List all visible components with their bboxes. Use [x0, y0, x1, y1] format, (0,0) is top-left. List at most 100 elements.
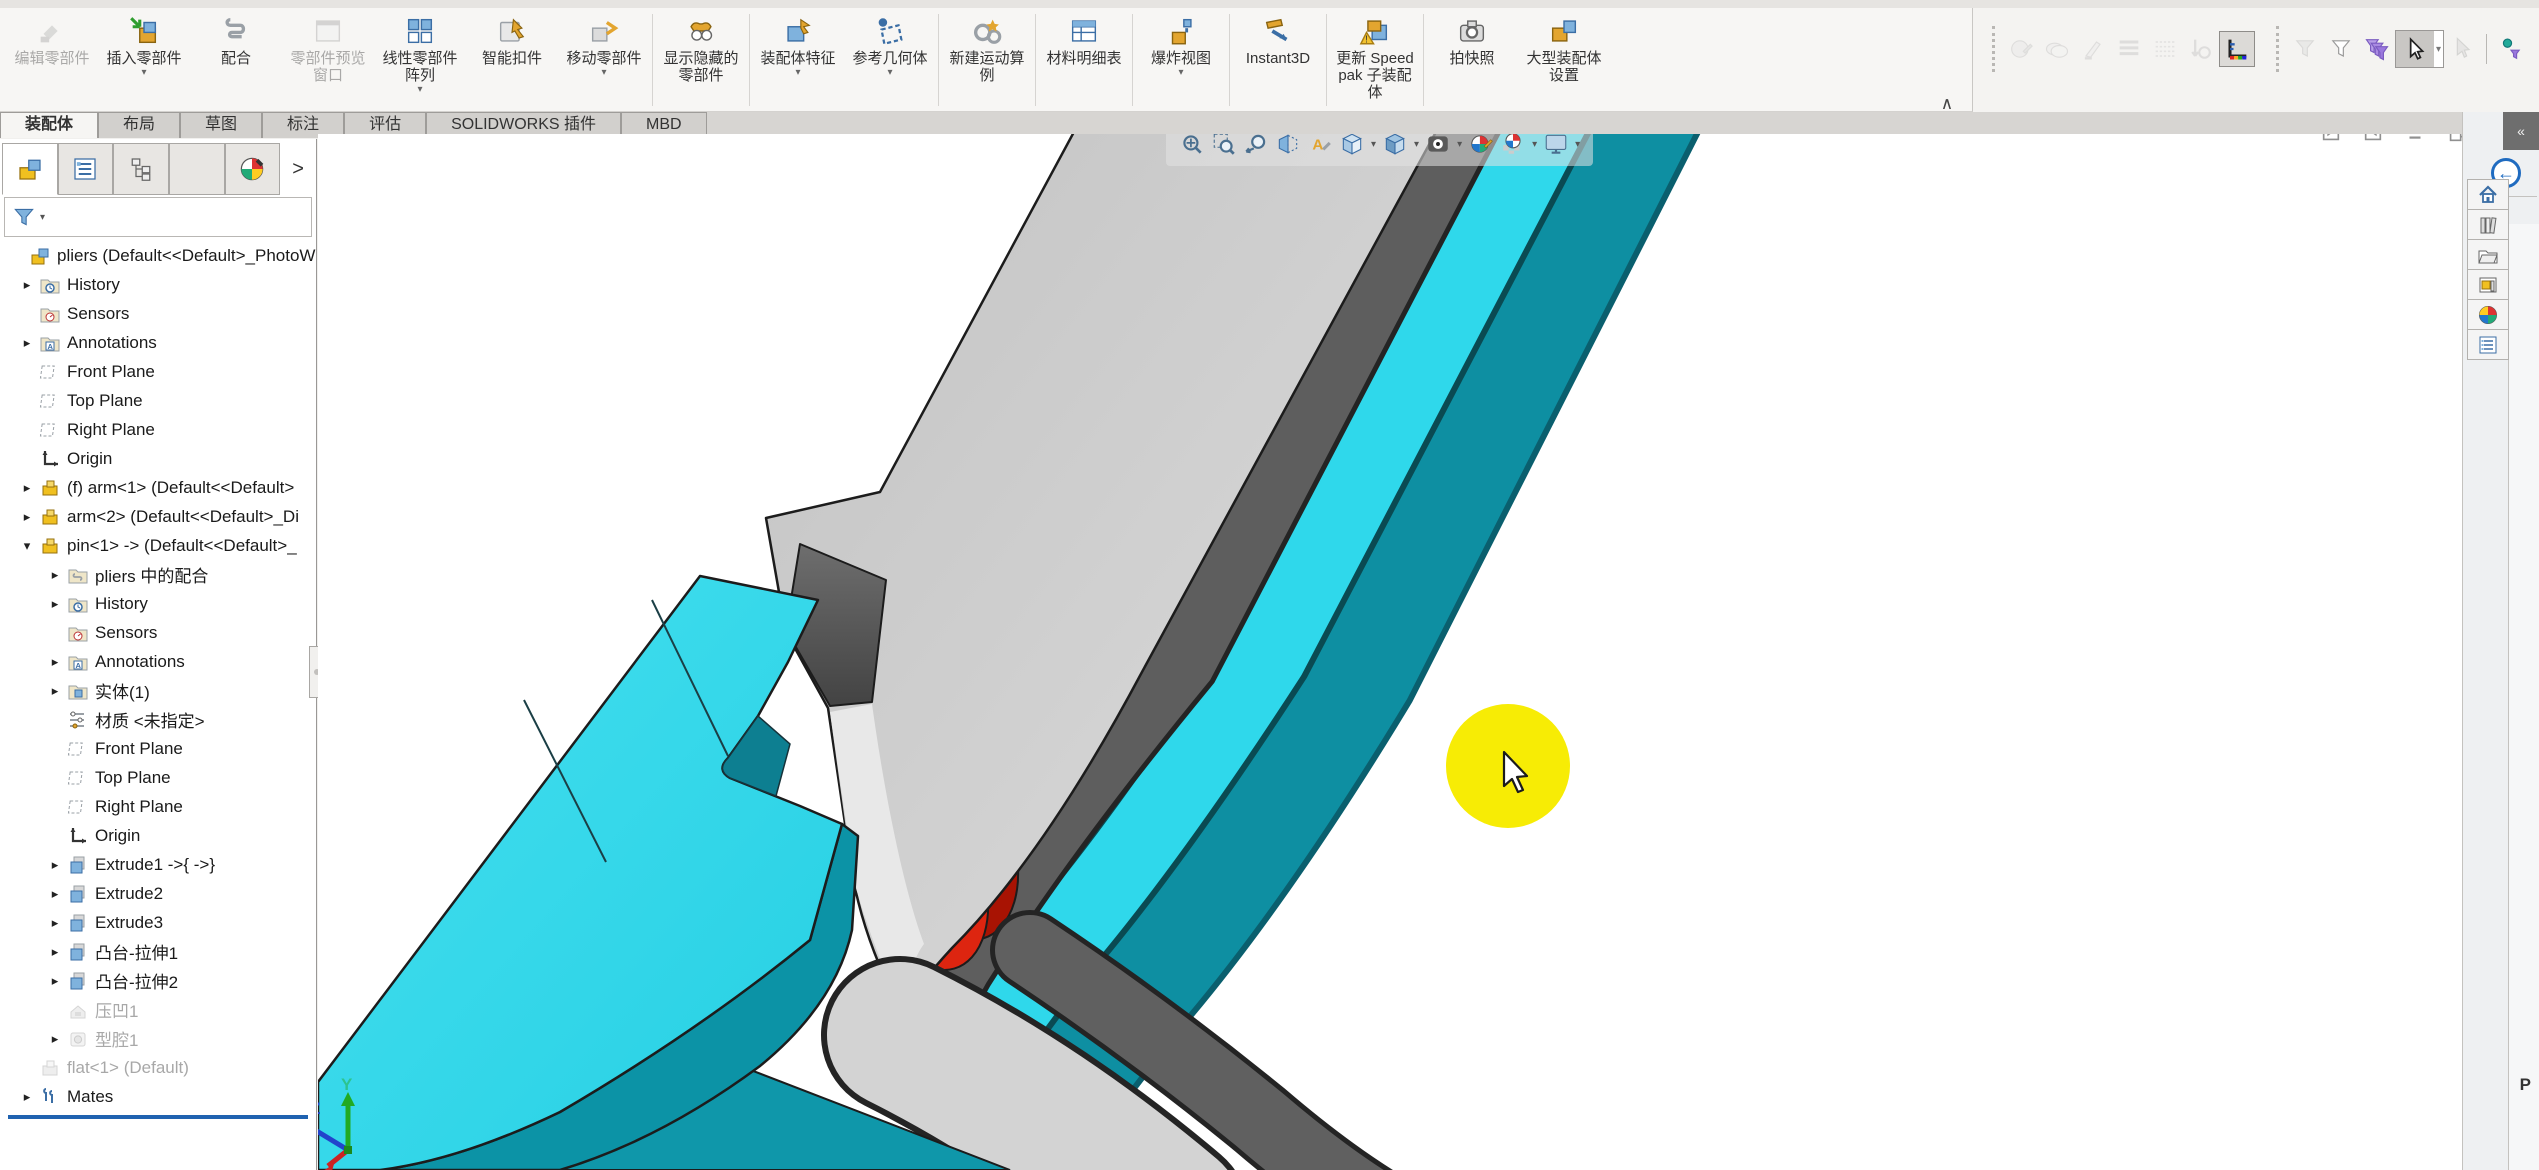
dropdown-arrow-icon[interactable]: ▾ [601, 68, 606, 77]
ribbon-button-reference-geometry[interactable]: 参考几何体▾ [844, 10, 936, 77]
zoom-to-fit-button[interactable] [1176, 134, 1208, 160]
tree-item[interactable]: ▸Extrude2 [0, 879, 316, 908]
tree-collapsed-arrow-icon[interactable]: ▸ [44, 886, 66, 902]
ribbon-button-take-snapshot[interactable]: 拍快照 [1426, 10, 1518, 67]
tree-item[interactable]: Top Plane [0, 763, 316, 792]
tree-collapsed-arrow-icon[interactable]: ▸ [44, 596, 66, 612]
toolbar-overflow-chevron[interactable]: » [2529, 31, 2539, 67]
scale-bar-button[interactable] [2219, 31, 2255, 67]
tree-collapsed-arrow-icon[interactable]: ▸ [44, 915, 66, 931]
tree-item[interactable]: ▸arm<2> (Default<<Default>_Di [0, 502, 316, 531]
display-style-button[interactable] [1379, 134, 1411, 160]
minimize-doc-button[interactable] [2402, 134, 2428, 146]
tab-草图[interactable]: 草图 [180, 112, 262, 138]
taskpane-tab-appearances-scenes[interactable] [2467, 299, 2509, 330]
panel-tab-propertymanager[interactable] [58, 143, 114, 195]
task-pane-collapse-button[interactable]: « [2503, 112, 2539, 150]
panel-tab-configurationmanager[interactable] [113, 143, 169, 195]
previous-view-button[interactable] [1240, 134, 1272, 160]
taskpane-tab-design-library[interactable] [2467, 209, 2509, 240]
ribbon-button-show-hidden[interactable]: 显示隐藏的零部件 [655, 10, 747, 84]
tree-collapsed-arrow-icon[interactable]: ▸ [44, 857, 66, 873]
dropdown-arrow-icon[interactable]: ▾ [1371, 139, 1376, 150]
taskpane-tab-solidworks-resources[interactable] [2467, 179, 2509, 210]
tree-item[interactable]: ▸Mates [0, 1082, 316, 1111]
tree-collapsed-arrow-icon[interactable]: ▸ [44, 944, 66, 960]
filter-stack-button[interactable] [2359, 31, 2395, 67]
tree-collapsed-arrow-icon[interactable]: ▸ [44, 567, 66, 583]
tree-item[interactable]: Top Plane [0, 386, 316, 415]
tree-item[interactable]: flat<1> (Default) [0, 1053, 316, 1082]
section-view-button[interactable] [1272, 134, 1304, 160]
tree-item[interactable]: 材质 <未指定> [0, 705, 316, 734]
tree-collapsed-arrow-icon[interactable]: ▸ [44, 683, 66, 699]
ribbon-button-linear-pattern[interactable]: 线性零部件阵列▾ [374, 10, 466, 94]
ribbon-button-instant3d[interactable]: Instant3D [1232, 10, 1324, 67]
tree-item[interactable]: ▾pin<1> -> (Default<<Default>_ [0, 531, 316, 560]
tree-item[interactable]: 压凹1 [0, 995, 316, 1024]
tree-item[interactable]: ▸History [0, 589, 316, 618]
tree-item[interactable]: Right Plane [0, 792, 316, 821]
ribbon-button-smart-fasteners[interactable]: 智能扣件 [466, 10, 558, 67]
dropdown-arrow-icon[interactable]: ▾ [1414, 139, 1419, 150]
annotation-views-button[interactable]: A [1304, 134, 1336, 160]
graphics-viewport[interactable]: Z X Y A▾▾▾▾▾ [318, 134, 2539, 1170]
ribbon-button-large-assembly[interactable]: 大型装配体设置 [1518, 10, 1610, 84]
tree-collapsed-arrow-icon[interactable]: ▸ [16, 335, 38, 351]
taskpane-tab-view-palette[interactable] [2467, 269, 2509, 300]
filter-outline-button[interactable] [2323, 31, 2359, 67]
tree-item[interactable]: ▸型腔1 [0, 1024, 316, 1053]
dropdown-arrow-icon[interactable]: ▾ [887, 68, 892, 77]
tree-item[interactable]: Right Plane [0, 415, 316, 444]
apply-scene-button[interactable] [1497, 134, 1529, 160]
filter-single-button[interactable] [2287, 31, 2323, 67]
panel-tab-displaymanager[interactable] [225, 143, 281, 195]
filter-dropdown-caret[interactable]: ▾ [40, 212, 45, 223]
previous-window-button[interactable] [2318, 134, 2344, 146]
tree-collapsed-arrow-icon[interactable]: ▸ [16, 509, 38, 525]
view-orientation-button[interactable] [1336, 134, 1368, 160]
ribbon-button-assembly-features[interactable]: 装配体特征▾ [752, 10, 844, 77]
tree-item[interactable]: ▸AAnnotations [0, 647, 316, 676]
panel-tab-featuremanager[interactable] [2, 143, 58, 195]
panel-expand-arrow[interactable]: > [280, 143, 316, 195]
tree-item[interactable]: ▸Extrude3 [0, 908, 316, 937]
filter-dot-button[interactable] [2493, 31, 2529, 67]
tree-item[interactable]: ▸Extrude1 ->{ ->} [0, 850, 316, 879]
dropdown-arrow-icon[interactable]: ▾ [417, 85, 422, 94]
taskpane-tab-file-explorer[interactable] [2467, 239, 2509, 270]
dropdown-arrow-icon[interactable]: ▾ [1178, 68, 1183, 77]
tree-item[interactable]: ▸凸台-拉伸1 [0, 937, 316, 966]
dropdown-arrow-icon[interactable]: ▾ [1532, 139, 1537, 150]
tab-布局[interactable]: 布局 [98, 112, 180, 138]
edit-appearance-button[interactable] [1465, 134, 1497, 160]
tree-item[interactable]: ▸(f) arm<1> (Default<<Default> [0, 473, 316, 502]
feature-tree-filter[interactable]: ▾ [4, 197, 312, 237]
tree-item[interactable]: Sensors [0, 299, 316, 328]
taskpane-tab-custom-properties[interactable] [2467, 329, 2509, 360]
dropdown-arrow-icon[interactable]: ▾ [1457, 139, 1462, 150]
tree-collapsed-arrow-icon[interactable]: ▸ [44, 1031, 66, 1047]
tree-item[interactable]: Front Plane [0, 357, 316, 386]
tree-collapsed-arrow-icon[interactable]: ▸ [44, 654, 66, 670]
ribbon-button-exploded-view[interactable]: 爆炸视图▾ [1135, 10, 1227, 77]
select-cursor-button[interactable] [2396, 31, 2434, 67]
dropdown-arrow-icon[interactable]: ▾ [1575, 139, 1580, 150]
next-window-button[interactable] [2360, 134, 2386, 146]
tree-expanded-arrow-icon[interactable]: ▾ [16, 538, 38, 554]
rollback-bar[interactable] [8, 1115, 308, 1119]
tree-item[interactable]: ▸实体(1) [0, 676, 316, 705]
tree-item[interactable]: Front Plane [0, 734, 316, 763]
tree-collapsed-arrow-icon[interactable]: ▸ [16, 480, 38, 496]
tree-item[interactable]: ▸History [0, 270, 316, 299]
ribbon-button-bill-of-materials[interactable]: 材料明细表 [1038, 10, 1130, 67]
tree-item[interactable]: ▸pliers 中的配合 [0, 560, 316, 589]
ribbon-button-mate[interactable]: 配合 [190, 10, 282, 67]
ribbon-button-move-component[interactable]: 移动零部件▾ [558, 10, 650, 77]
ribbon-button-update-speedpak[interactable]: !更新 Speedpak 子装配体 [1329, 10, 1421, 101]
hide-show-items-button[interactable] [1422, 134, 1454, 160]
ribbon-button-insert-component[interactable]: 插入零部件▾ [98, 10, 190, 77]
tree-item[interactable]: ▸凸台-拉伸2 [0, 966, 316, 995]
tree-collapsed-arrow-icon[interactable]: ▸ [44, 973, 66, 989]
tab-装配体[interactable]: 装配体 [0, 112, 98, 138]
